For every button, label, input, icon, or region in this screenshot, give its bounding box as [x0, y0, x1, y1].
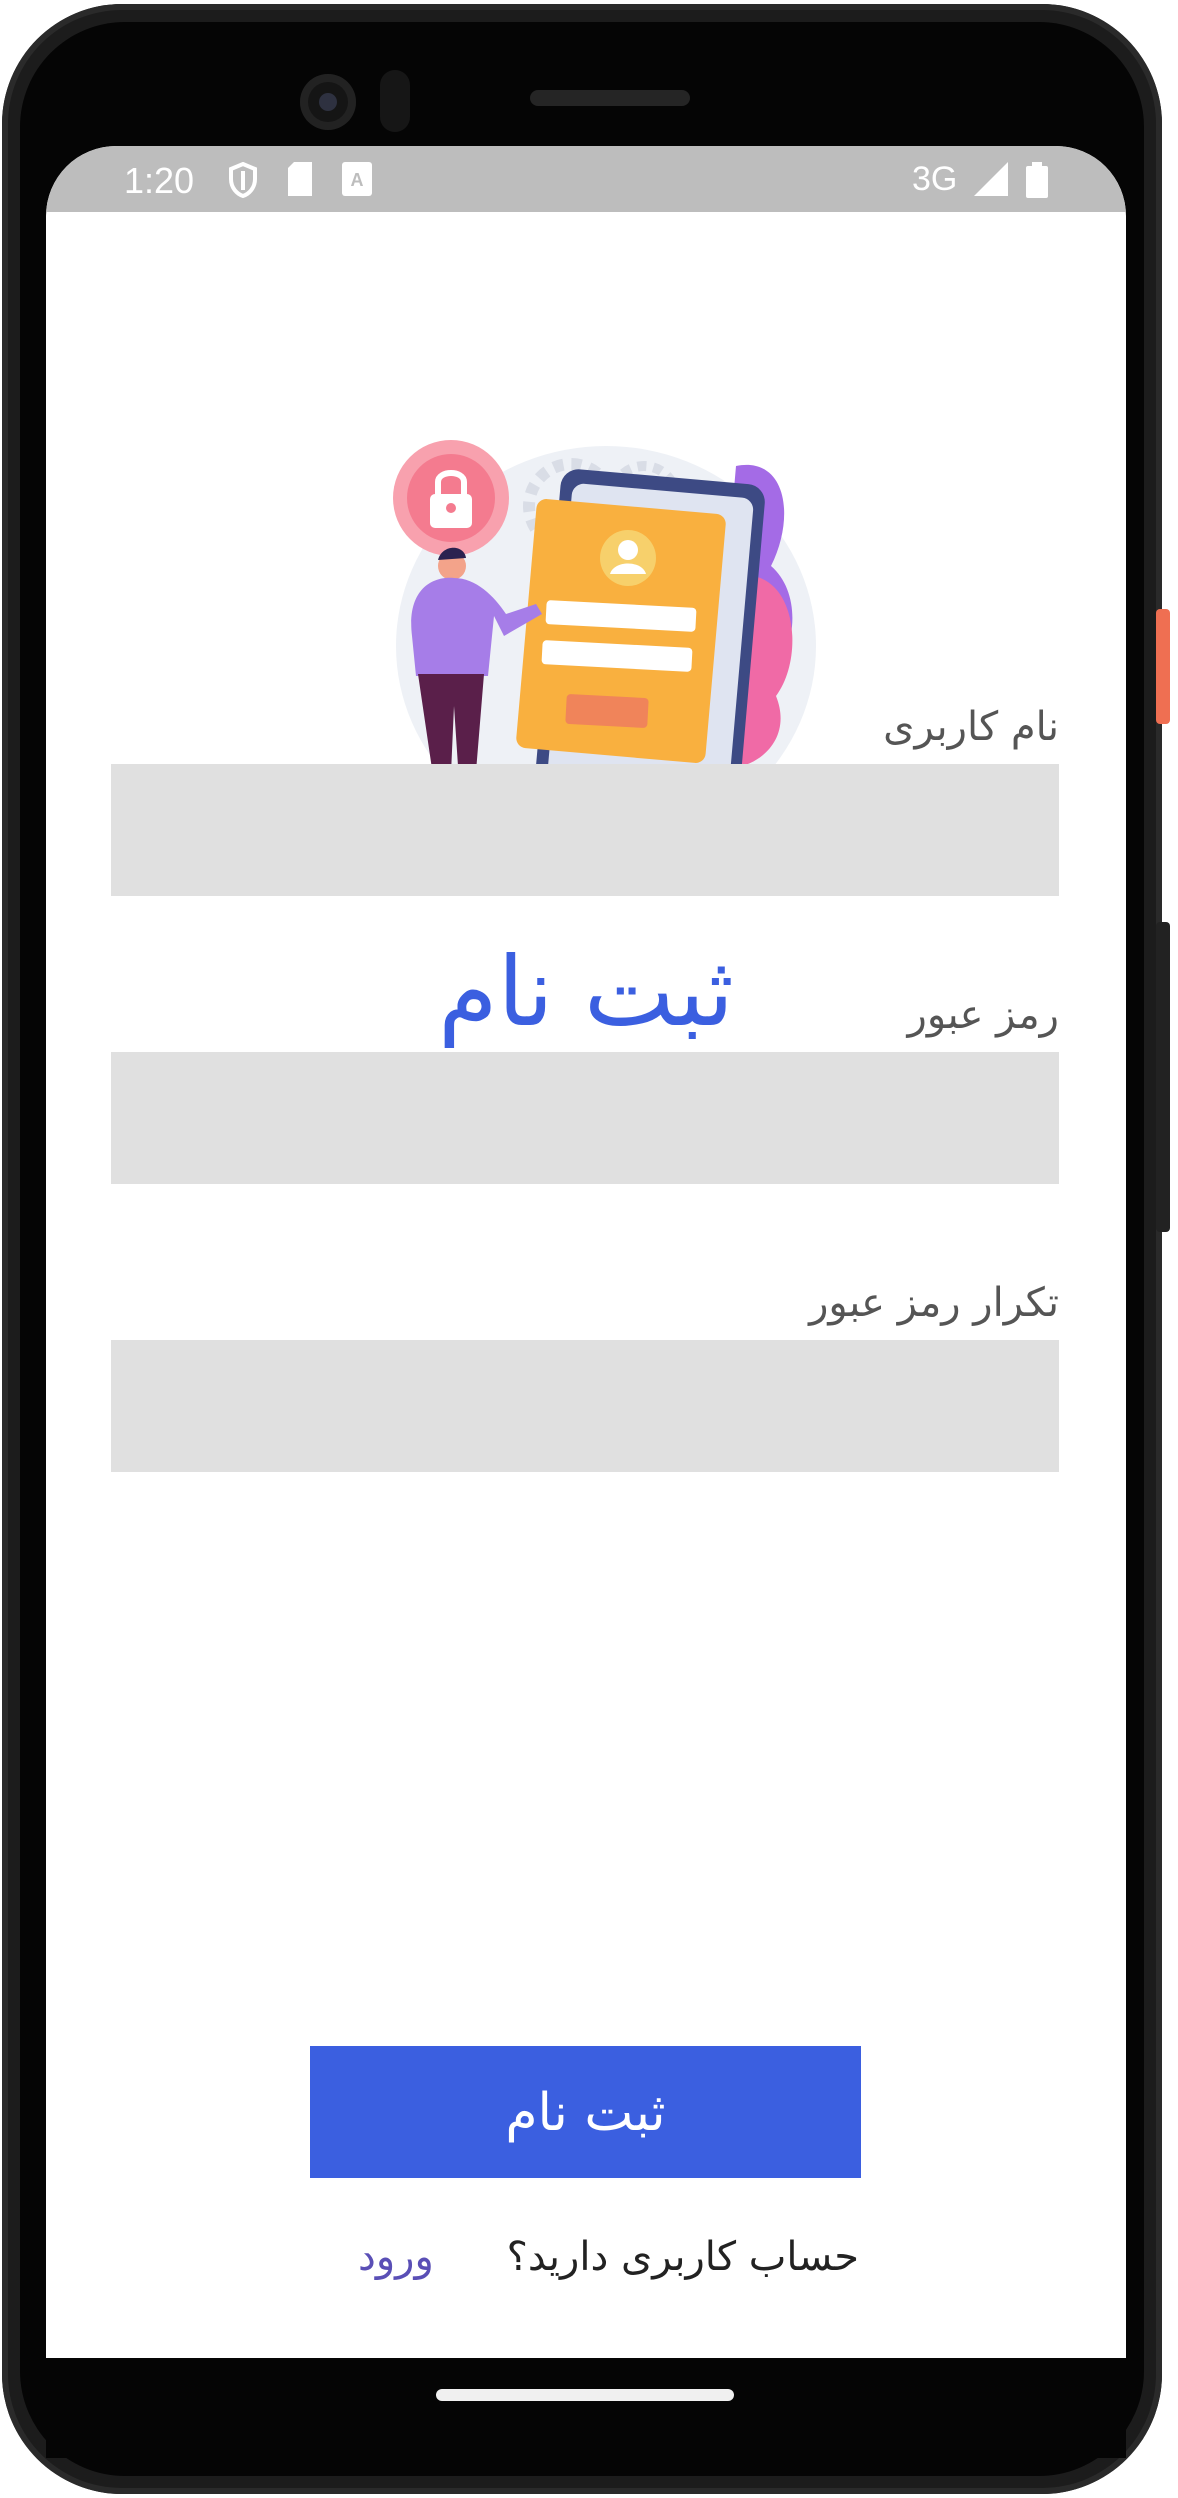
login-prompt: حساب کاربری دارید؟ ورود: [46, 2234, 1126, 2294]
volume-button: [1156, 922, 1170, 1232]
network-type: 3G: [912, 160, 958, 198]
font-a-icon: A: [342, 162, 372, 201]
signup-button[interactable]: ثبت نام: [310, 2046, 861, 2178]
battery-icon: [1026, 162, 1048, 203]
front-camera: [300, 74, 356, 130]
app-screen: 1:20 A 3G ثبت نام نام کاربری رمز عبور تک…: [46, 146, 1126, 2358]
sd-card-icon: [286, 162, 314, 201]
username-input[interactable]: [111, 764, 1059, 896]
power-button: [1156, 609, 1170, 724]
shield-icon: [228, 161, 258, 203]
signal-icon: [974, 162, 1008, 201]
svg-text:A: A: [351, 170, 364, 190]
earpiece-speaker: [530, 90, 690, 106]
confirm-password-label: تکرار رمز عبور: [809, 1280, 1059, 1326]
password-label: رمز عبور: [907, 992, 1059, 1038]
username-label: نام کاربری: [883, 704, 1059, 750]
login-link[interactable]: ورود: [358, 2234, 434, 2280]
password-input[interactable]: [111, 1052, 1059, 1184]
confirm-password-input[interactable]: [111, 1340, 1059, 1472]
proximity-sensor: [380, 70, 410, 132]
status-time: 1:20: [124, 160, 195, 201]
status-bar: 1:20 A 3G: [46, 146, 1126, 212]
home-indicator[interactable]: [436, 2389, 734, 2401]
have-account-text: حساب کاربری دارید؟: [506, 2234, 859, 2280]
navigation-bar: [46, 2358, 1126, 2458]
